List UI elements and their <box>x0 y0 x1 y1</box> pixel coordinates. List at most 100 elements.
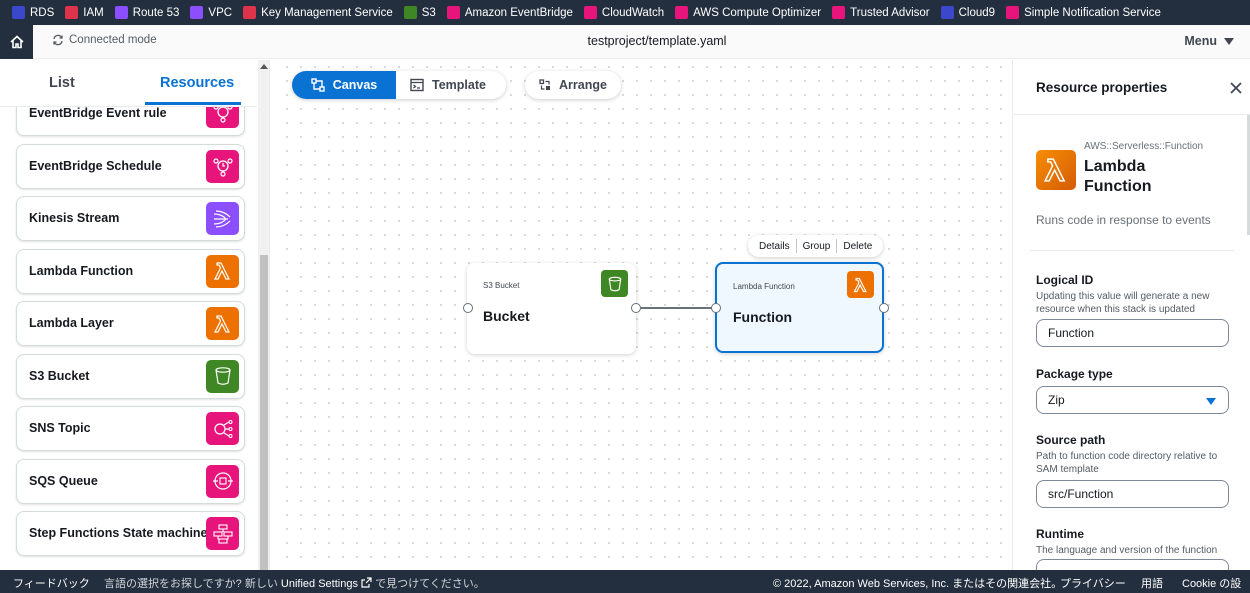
app-header: Connected mode testproject/template.yaml… <box>0 25 1250 59</box>
service-route53[interactable]: Route 53 <box>114 6 179 19</box>
sqs-queue-icon <box>206 464 239 498</box>
tab-resources[interactable]: Resources <box>160 75 234 91</box>
node-context-menu: Details Group Delete <box>748 235 884 257</box>
service-eventbridge[interactable]: Amazon EventBridge <box>446 6 573 19</box>
tab-canvas[interactable]: Canvas <box>292 71 396 99</box>
service-iam[interactable]: IAM <box>65 6 104 19</box>
resource-palette: EventBridge Event rule EventBridge Sched… <box>0 60 270 570</box>
resource-name: Lambda Function <box>1084 158 1152 195</box>
runtime-label: Runtime <box>1036 527 1084 541</box>
menu-button[interactable]: Menu <box>1184 34 1234 48</box>
footer: フィードバック 言語の選択をお探しですか? 新しい Unified Settin… <box>0 570 1250 593</box>
kinesis-icon <box>206 202 239 235</box>
resource-card-eventbridge-rule[interactable]: EventBridge Event rule <box>16 95 245 136</box>
resource-card-kinesis-stream[interactable]: Kinesis Stream <box>16 196 245 241</box>
lambda-layer-icon <box>206 307 239 340</box>
sns-icon <box>1006 6 1020 19</box>
service-rds[interactable]: RDS <box>12 6 54 19</box>
source-path-label: Source path <box>1036 433 1106 447</box>
terms-link[interactable]: 用語 <box>1141 575 1163 591</box>
s3-bucket-icon <box>206 359 239 393</box>
resource-card-step-functions[interactable]: Step Functions State machine <box>16 511 245 556</box>
vpc-icon <box>190 6 204 19</box>
source-path-description: Path to function code directory relative… <box>1036 451 1218 475</box>
tab-template[interactable]: Template <box>396 71 506 99</box>
logical-id-input[interactable]: Function <box>1036 319 1229 347</box>
resource-card-lambda-function[interactable]: Lambda Function <box>16 248 245 294</box>
cookie-settings-link[interactable]: Cookie の設定 <box>1182 575 1250 593</box>
caret-down-icon <box>1206 398 1216 405</box>
package-type-select[interactable]: Zip <box>1036 386 1229 414</box>
eventbridge-schedule-icon <box>206 149 239 183</box>
lambda-icon <box>1036 150 1076 190</box>
service-cloud9[interactable]: Cloud9 <box>940 6 995 19</box>
source-path-input[interactable]: src/Function <box>1036 480 1229 508</box>
close-icon[interactable] <box>1229 81 1243 95</box>
scroll-up-arrow-icon[interactable] <box>260 64 268 69</box>
resource-card-lambda-layer[interactable]: Lambda Layer <box>16 301 245 346</box>
service-vpc[interactable]: VPC <box>190 6 232 19</box>
bucket-left-port[interactable] <box>463 303 473 313</box>
package-type-label: Package type <box>1036 367 1113 381</box>
view-toggle: Canvas Template <box>292 71 506 99</box>
details-button[interactable]: Details <box>753 241 796 252</box>
cloud9-icon <box>940 6 954 19</box>
service-trusted-advisor[interactable]: Trusted Advisor <box>832 6 930 19</box>
tab-list[interactable]: List <box>49 75 75 91</box>
s3-bucket-icon <box>601 270 628 297</box>
service-kms[interactable]: Key Management Service <box>243 6 393 19</box>
function-right-port[interactable] <box>879 303 889 313</box>
arrange-button[interactable]: Arrange <box>525 71 621 99</box>
logical-id-label: Logical ID <box>1036 273 1094 287</box>
template-icon <box>410 78 424 92</box>
external-link-icon <box>361 577 372 588</box>
resource-properties-panel: Resource properties AWS::Serverless::Fun… <box>1012 60 1250 570</box>
connection-edge[interactable] <box>641 307 716 309</box>
feedback-link[interactable]: フィードバック <box>13 575 90 591</box>
arrange-icon <box>539 79 550 90</box>
file-title: testproject/template.yaml <box>587 34 727 48</box>
service-s3[interactable]: S3 <box>403 6 436 19</box>
delete-button[interactable]: Delete <box>837 241 878 252</box>
resource-type: AWS::Serverless::Function <box>1084 141 1204 152</box>
cloudwatch-icon <box>583 6 597 19</box>
trusted-advisor-icon <box>832 6 846 19</box>
service-cloudwatch[interactable]: CloudWatch <box>583 6 664 19</box>
left-panel-scroll-thumb[interactable] <box>260 255 268 570</box>
resource-description: Runs code in response to events <box>1036 213 1211 227</box>
properties-header: Resource properties <box>1013 60 1250 115</box>
design-canvas[interactable]: Canvas Template Arrange Details Group De… <box>280 60 1011 570</box>
resource-card-sqs-queue[interactable]: SQS Queue <box>16 458 245 504</box>
privacy-link[interactable]: プライバシー <box>1060 575 1126 591</box>
canvas-node-function[interactable]: Lambda Function Function <box>715 262 884 353</box>
runtime-select[interactable] <box>1036 559 1229 570</box>
s3-icon <box>403 6 417 19</box>
eventbridge-icon <box>446 6 460 19</box>
step-functions-icon <box>206 517 239 550</box>
canvas-icon <box>311 78 325 92</box>
group-button[interactable]: Group <box>797 241 837 252</box>
service-sns[interactable]: Simple Notification Service <box>1006 6 1161 19</box>
resource-list: EventBridge Event rule EventBridge Sched… <box>16 95 245 564</box>
canvas-node-bucket[interactable]: S3 Bucket Bucket <box>467 263 636 354</box>
runtime-description: The language and version of the function <box>1036 545 1218 556</box>
resource-card-sns-topic[interactable]: SNS Topic <box>16 406 245 451</box>
left-panel-tabs: List Resources <box>0 60 257 107</box>
compute-optimizer-icon <box>675 6 689 19</box>
iam-icon <box>65 6 79 19</box>
service-shortcut-bar: RDS IAM Route 53 VPC Key Management Serv… <box>0 0 1250 25</box>
unified-settings-link[interactable]: Unified Settings <box>281 578 358 590</box>
rds-icon <box>12 6 25 19</box>
service-compute-optimizer[interactable]: AWS Compute Optimizer <box>675 6 821 19</box>
properties-title: Resource properties <box>1036 80 1168 95</box>
sns-topic-icon <box>206 412 239 445</box>
caret-down-icon <box>1224 37 1234 45</box>
function-left-port[interactable] <box>711 303 721 313</box>
logical-id-description: Updating this value will generate a new … <box>1036 291 1210 315</box>
bucket-right-port[interactable] <box>631 303 641 313</box>
resource-card-s3-bucket[interactable]: S3 Bucket <box>16 353 245 399</box>
copyright: © 2022, Amazon Web Services, Inc. またはその関… <box>773 578 1063 590</box>
lambda-icon <box>847 271 874 298</box>
divider <box>1029 250 1235 251</box>
resource-card-eventbridge-schedule[interactable]: EventBridge Schedule <box>16 143 245 189</box>
